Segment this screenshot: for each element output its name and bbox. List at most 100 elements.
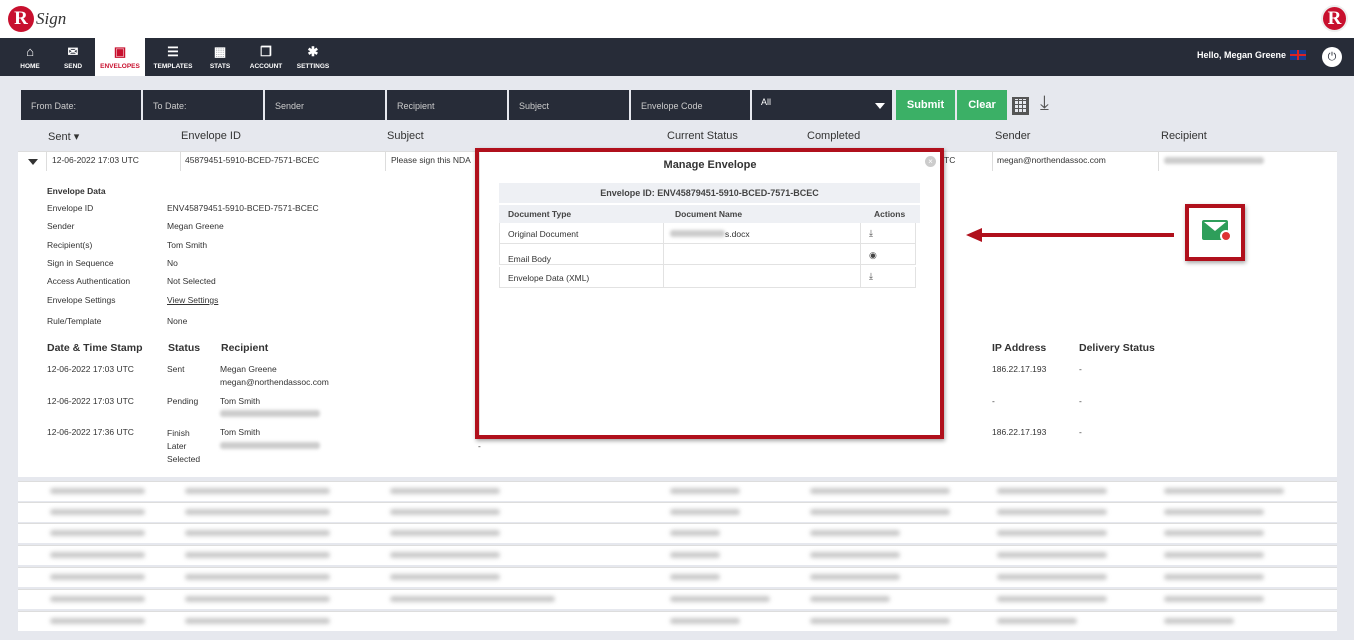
history-status: Sent xyxy=(167,364,185,374)
col-sender[interactable]: Sender xyxy=(995,130,1030,142)
redacted-text xyxy=(220,442,320,449)
redacted-text xyxy=(185,618,330,624)
greeting-text: Hello, Megan Greene xyxy=(1196,50,1286,60)
redacted-text xyxy=(997,618,1077,624)
redacted-text xyxy=(185,574,330,580)
nav-home[interactable]: ⌂ HOME xyxy=(10,38,50,76)
row-sent: 12-06-2022 17:03 UTC xyxy=(52,155,139,165)
field-value: Megan Greene xyxy=(167,221,224,231)
cell-divider xyxy=(180,151,181,171)
col-sent[interactable]: Sent ▾ xyxy=(48,130,79,143)
history-name: Megan Greene xyxy=(220,364,277,374)
from-date-input[interactable]: From Date: xyxy=(21,90,141,120)
collapse-caret-icon[interactable] xyxy=(28,159,38,165)
stats-icon: ▦ xyxy=(213,43,227,59)
redacted-text xyxy=(997,574,1107,580)
redacted-text xyxy=(670,530,720,536)
history-col-delivery: Delivery Status xyxy=(1079,342,1155,354)
redacted-text xyxy=(997,530,1107,536)
logo-r: R xyxy=(8,6,34,32)
col-current-status[interactable]: Current Status xyxy=(667,130,738,142)
redacted-text xyxy=(220,410,320,417)
history-delivery: - xyxy=(1079,364,1082,374)
nav-templates[interactable]: ☰ TEMPLATES xyxy=(150,38,196,76)
subject-input[interactable]: Subject xyxy=(509,90,629,120)
redacted-text xyxy=(390,596,555,602)
cell-divider xyxy=(992,151,993,171)
history-col-status: Status xyxy=(168,342,201,354)
nav-settings-label: SETTINGS xyxy=(296,62,330,70)
cell-divider xyxy=(385,151,386,171)
field-label: Rule/Template xyxy=(47,316,102,326)
col-completed[interactable]: Completed xyxy=(807,130,860,142)
field-value: None xyxy=(167,316,188,326)
redacted-text xyxy=(670,552,720,558)
download-icon[interactable]: ⤓ xyxy=(1040,92,1049,115)
redacted-text xyxy=(670,596,770,602)
nav-send[interactable]: ✉ SEND xyxy=(54,38,92,76)
view-settings-link[interactable]: View Settings xyxy=(167,295,218,305)
annotation-arrow xyxy=(980,233,1174,237)
history-timestamp: 12-06-2022 17:36 UTC xyxy=(47,427,134,437)
top-header: R Sign R xyxy=(0,0,1354,38)
nav-stats-label: STATS xyxy=(209,62,231,70)
nav-envelopes[interactable]: ▣ ENVELOPES xyxy=(95,38,145,76)
redacted-text xyxy=(1164,509,1264,515)
history-delivery: - xyxy=(1079,396,1082,406)
to-date-input[interactable]: To Date: xyxy=(143,90,263,120)
col-recipient[interactable]: Recipient xyxy=(1161,130,1207,142)
redacted-text xyxy=(185,509,330,515)
history-timestamp: 12-06-2022 17:03 UTC xyxy=(47,396,134,406)
power-icon[interactable]: ⏻ xyxy=(1322,47,1342,67)
uk-flag-icon[interactable] xyxy=(1290,50,1306,60)
field-label: Envelope Settings xyxy=(47,295,116,305)
field-label: Sender xyxy=(47,221,75,231)
redacted-text xyxy=(670,509,740,515)
clear-button[interactable]: Clear xyxy=(957,90,1007,120)
col-envelope-id[interactable]: Envelope ID xyxy=(181,130,241,142)
calculator-icon[interactable] xyxy=(1012,97,1029,115)
redacted-text xyxy=(185,488,330,494)
history-email: megan@northendassoc.com xyxy=(220,377,329,387)
redacted-text xyxy=(670,488,740,494)
redacted-text xyxy=(390,509,500,515)
redacted-text xyxy=(185,552,330,558)
redacted-text xyxy=(670,618,740,624)
envelope-code-input[interactable]: Envelope Code xyxy=(631,90,750,120)
status-select[interactable]: All xyxy=(752,90,892,120)
recipient-input[interactable]: Recipient xyxy=(387,90,507,120)
redacted-text xyxy=(810,574,900,580)
nav-send-label: SEND xyxy=(63,62,83,70)
redacted-text xyxy=(50,530,145,536)
nav-home-label: HOME xyxy=(20,62,40,70)
history-delivery: - xyxy=(1079,427,1082,437)
redacted-text xyxy=(1164,530,1264,536)
cell-divider xyxy=(46,151,47,171)
redacted-text xyxy=(1164,618,1234,624)
user-greeting[interactable]: Hello, Megan Greene xyxy=(1197,50,1306,60)
nav-stats[interactable]: ▦ STATS xyxy=(202,38,238,76)
rsign-logo[interactable]: R Sign xyxy=(8,6,66,32)
field-label: Access Authentication xyxy=(47,276,131,286)
redacted-text xyxy=(810,596,890,602)
home-icon: ⌂ xyxy=(26,43,34,59)
redacted-text xyxy=(390,488,500,494)
nav-account[interactable]: ❐ ACCOUNT xyxy=(244,38,288,76)
logo-text: Sign xyxy=(36,9,67,28)
gear-icon: ✱ xyxy=(307,43,319,59)
redacted-text xyxy=(50,552,145,558)
redacted-text xyxy=(997,596,1107,602)
redacted-text xyxy=(50,596,145,602)
nav-settings[interactable]: ✱ SETTINGS xyxy=(293,38,333,76)
row-sender: megan@northendassoc.com xyxy=(997,155,1106,165)
cell-divider xyxy=(1158,151,1159,171)
redacted-text xyxy=(50,574,145,580)
redacted-text xyxy=(997,552,1107,558)
history-status: Finish Later Selected xyxy=(167,428,201,464)
col-subject[interactable]: Subject xyxy=(387,130,424,142)
sender-input[interactable]: Sender xyxy=(265,90,385,120)
submit-button[interactable]: Submit xyxy=(896,90,955,120)
field-value: ENV45879451-5910-BCED-7571-BCEC xyxy=(167,203,319,213)
field-label: Recipient(s) xyxy=(47,240,93,250)
main-nav: ⌂ HOME ✉ SEND ▣ ENVELOPES ☰ TEMPLATES ▦ … xyxy=(0,38,1354,76)
